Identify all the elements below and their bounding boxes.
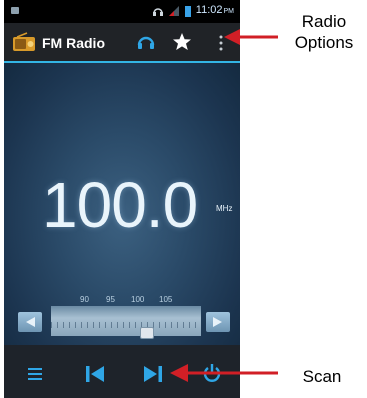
frequency-dial[interactable] — [51, 306, 201, 339]
star-icon[interactable] — [172, 32, 192, 52]
right-arrow-icon — [213, 317, 222, 327]
status-bar: 11:02PM — [4, 0, 240, 23]
status-clock: 11:02PM — [195, 4, 234, 16]
frequency-unit: MHz — [216, 204, 233, 213]
scale-label: 90 — [80, 295, 89, 304]
radio-options-label: Radio Options — [294, 12, 354, 52]
dial-ticks — [51, 322, 201, 328]
dial-knob[interactable] — [140, 327, 154, 339]
battery-icon — [185, 6, 191, 17]
left-arrow-icon — [26, 317, 35, 327]
prev-station-icon[interactable] — [85, 365, 105, 383]
radio-icon — [13, 32, 35, 51]
scale-label: 100 — [131, 295, 145, 304]
frequency-display: 100.0 — [42, 169, 198, 241]
tune-up-button[interactable] — [206, 312, 230, 332]
scale-label: 95 — [106, 295, 115, 304]
scan-label: Scan — [302, 367, 342, 386]
action-bar: FM Radio — [4, 23, 240, 63]
list-icon[interactable] — [28, 368, 42, 380]
tuner-display: 100.0 MHz 90 95 100 105 — [4, 63, 240, 345]
app-title: FM Radio — [42, 35, 105, 51]
headphones-icon[interactable] — [136, 32, 156, 52]
tune-down-button[interactable] — [18, 312, 42, 332]
phone-screen: 11:02PM FM Radio 100.0 MHz 90 95 100 105 — [4, 0, 240, 398]
radio-options-arrow — [224, 29, 278, 45]
headset-status-icon — [153, 8, 163, 16]
scale-label: 105 — [159, 295, 173, 304]
signal-icon — [169, 6, 179, 16]
notification-icon — [11, 7, 19, 14]
scan-arrow — [170, 364, 278, 382]
next-station-icon[interactable] — [143, 365, 163, 383]
